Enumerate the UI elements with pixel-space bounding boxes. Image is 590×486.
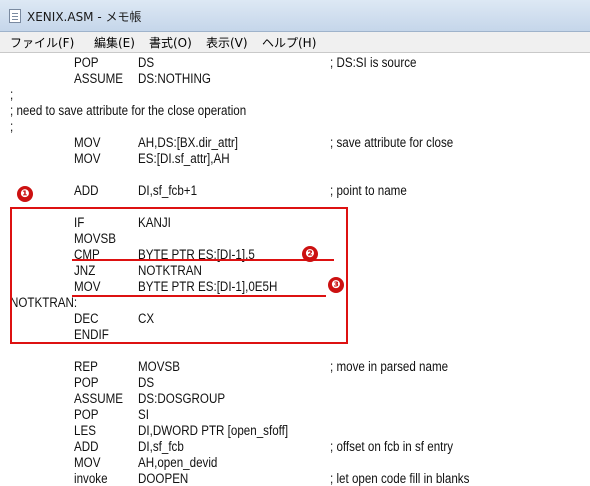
code-op: POP [74,55,99,70]
code-comment: ; offset on fcb in sf entry [330,439,454,454]
window-titlebar: XENIX.ASM - メモ帳 [0,0,590,32]
code-args: AH,open_devid [138,455,218,470]
code-comment: ; let open code fill in blanks [330,471,470,486]
menu-file[interactable]: ファイル(F) [10,34,74,51]
marker-3: ❸ [328,277,344,293]
kanji-block-highlight-box [10,207,348,344]
code-args: DS [138,55,155,70]
cmp-line-underline [72,259,334,261]
code-op: POP [74,407,99,422]
window-title: XENIX.ASM - メモ帳 [27,10,142,24]
code-comment-line: ; need to save attribute for the close o… [10,103,247,118]
code-comment-line: ; [10,119,14,134]
code-args: DI,DWORD PTR [open_sfoff] [138,423,289,438]
code-args: DOOPEN [138,471,189,486]
code-args: DS:NOTHING [138,71,211,86]
code-args: DS [138,375,155,390]
menu-edit[interactable]: 編集(E) [94,34,135,51]
code-args: ES:[DI.sf_attr],AH [138,151,230,166]
marker-1: ❶ [17,186,33,202]
code-op: ADD [74,439,99,454]
code-comment: ; save attribute for close [330,135,454,150]
code-args: MOVSB [138,359,180,374]
code-comment: ; point to name [330,183,407,198]
code-op: ASSUME [74,71,124,86]
code-op: POP [74,375,99,390]
code-op: LES [74,423,96,438]
code-args: SI [138,407,149,422]
code-comment: ; move in parsed name [330,359,449,374]
code-op: invoke [74,471,108,486]
code-comment-line: ; [10,87,14,102]
menu-view[interactable]: 表示(V) [206,34,248,51]
code-op: MOV [74,151,101,166]
code-op: REP [74,359,98,374]
menu-bar: ファイル(F) 編集(E) 書式(O) 表示(V) ヘルプ(H) [0,32,590,53]
marker-2: ❷ [302,246,318,262]
code-args: DS:DOSGROUP [138,391,226,406]
code-comment: ; DS:SI is source [330,55,417,70]
menu-help[interactable]: ヘルプ(H) [262,34,316,51]
mov-line-underline [72,295,326,297]
code-op: MOV [74,135,101,150]
code-op: ASSUME [74,391,124,406]
code-args: DI,sf_fcb [138,439,184,454]
menu-format[interactable]: 書式(O) [149,34,192,51]
code-args: DI,sf_fcb+1 [138,183,198,198]
code-op: ADD [74,183,99,198]
code-args: AH,DS:[BX.dir_attr] [138,135,239,150]
notepad-icon [9,9,21,23]
code-op: MOV [74,455,101,470]
